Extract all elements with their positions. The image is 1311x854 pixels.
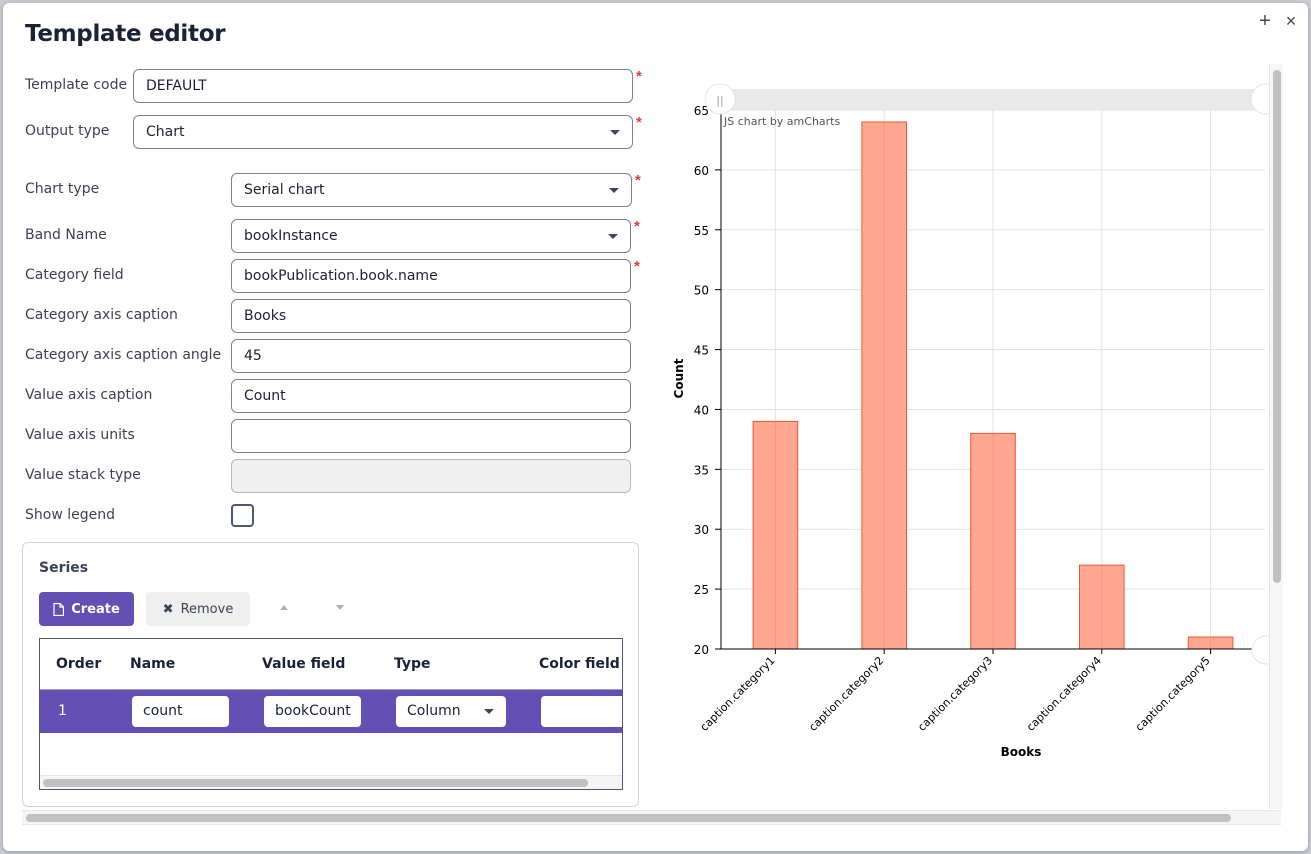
output-type-select[interactable]: Chart: [133, 115, 633, 149]
x-tick-label: caption.category5: [1133, 654, 1213, 734]
y-tick-label: 45: [694, 344, 709, 358]
required-marker: *: [635, 172, 641, 189]
column-header-name[interactable]: Name: [130, 656, 175, 672]
series-panel: Series Create ✖ Remove Order Name Value …: [22, 542, 639, 807]
chart-type-value: Serial chart: [244, 182, 325, 198]
y-tick-label: 25: [694, 583, 709, 597]
required-marker: *: [636, 68, 642, 85]
x-axis-title: Books: [1001, 745, 1042, 759]
chevron-down-icon: [484, 709, 494, 714]
value-scrollbar-grip[interactable]: [1251, 635, 1281, 665]
chevron-down-icon: [609, 188, 619, 193]
table-header: Order Name Value field Type Color field: [40, 639, 622, 690]
series-name-input[interactable]: count: [132, 696, 229, 727]
move-down-icon[interactable]: [336, 605, 344, 610]
chart-scrollbar[interactable]: [721, 89, 1265, 110]
maximize-icon[interactable]: +: [1255, 11, 1275, 31]
y-tick-label: 20: [694, 643, 709, 657]
value-axis-units-label: Value axis units: [25, 427, 135, 443]
category-field-input[interactable]: bookPublication.book.name: [231, 259, 631, 293]
template-code-label: Template code: [25, 77, 128, 93]
chevron-down-icon: [610, 130, 620, 135]
series-type-value: Column: [407, 703, 461, 719]
chevron-down-icon: [608, 234, 618, 239]
row-order: 1: [58, 703, 67, 719]
category-field-label: Category field: [25, 267, 124, 283]
dialog-title: Template editor: [25, 21, 226, 47]
file-icon: [53, 602, 65, 616]
value-axis-caption-label: Value axis caption: [25, 387, 153, 403]
show-legend-label: Show legend: [25, 507, 115, 523]
value-axis-units-input[interactable]: [231, 419, 631, 453]
x-tick-label: caption.category3: [915, 654, 995, 734]
band-name-label: Band Name: [25, 227, 107, 243]
x-tick-label: caption.category4: [1024, 654, 1104, 734]
required-marker: *: [634, 258, 640, 275]
y-axis-title: Count: [672, 358, 686, 398]
close-icon[interactable]: ×: [1281, 11, 1301, 31]
x-tick-label: caption.category2: [806, 654, 886, 734]
chart-preview: 20 25 30 35 40 45 50 55 60 65 caption.category1 cap…: [660, 60, 1282, 808]
column-header-color-field[interactable]: Color field: [539, 656, 620, 672]
table-row[interactable]: 1 count bookCount Column: [40, 690, 622, 733]
create-button[interactable]: Create: [39, 592, 134, 626]
series-title: Series: [39, 560, 89, 576]
scrollbar-thumb[interactable]: [1273, 70, 1281, 583]
series-table: Order Name Value field Type Color field …: [39, 638, 623, 790]
column-header-order[interactable]: Order: [56, 656, 101, 672]
scrollbar-thumb[interactable]: [26, 814, 1231, 822]
band-name-value: bookInstance: [244, 228, 338, 244]
y-tick-label: 60: [694, 164, 709, 178]
y-tick-label: 55: [694, 224, 709, 238]
output-type-label: Output type: [25, 123, 110, 139]
required-marker: *: [636, 114, 642, 131]
table-horizontal-scrollbar[interactable]: [40, 775, 622, 789]
category-axis-caption-label: Category axis caption: [25, 307, 178, 323]
column-header-value-field[interactable]: Value field: [262, 656, 345, 672]
close-icon: ✖: [162, 601, 174, 617]
required-marker: *: [634, 218, 640, 235]
output-type-value: Chart: [146, 124, 185, 140]
create-label: Create: [71, 601, 120, 617]
chart-vertical-scrollbar[interactable]: [1269, 64, 1283, 809]
x-tick-label: caption.category1: [698, 654, 778, 734]
chart-svg: 20253035404550556065caption.category1 cap…: [672, 83, 1282, 759]
move-up-icon[interactable]: [280, 605, 288, 610]
chart-type-label: Chart type: [25, 181, 100, 197]
grip-icon: ||: [716, 94, 723, 107]
band-name-select[interactable]: bookInstance: [231, 219, 631, 253]
value-axis-caption-input[interactable]: Count: [231, 379, 631, 413]
y-tick-label: 50: [694, 284, 709, 298]
series-color-field-input[interactable]: [541, 696, 622, 727]
series-value-field-input[interactable]: bookCount: [264, 696, 361, 727]
y-tick-label: 40: [694, 403, 709, 417]
value-stack-type-label: Value stack type: [25, 467, 141, 483]
remove-button[interactable]: ✖ Remove: [146, 592, 250, 626]
dialog-horizontal-scrollbar[interactable]: [22, 810, 1281, 825]
category-axis-caption-angle-input[interactable]: 45: [231, 339, 631, 373]
value-stack-type-select: [231, 459, 631, 493]
series-type-select[interactable]: Column: [396, 696, 506, 727]
category-axis-caption-angle-label: Category axis caption angle: [25, 347, 222, 363]
column-header-type[interactable]: Type: [394, 656, 431, 672]
scrollbar-thumb[interactable]: [43, 779, 588, 787]
y-tick-label: 35: [694, 463, 709, 477]
chart-watermark[interactable]: JS chart by amCharts: [723, 115, 840, 128]
chart-type-select[interactable]: Serial chart: [231, 173, 632, 207]
show-legend-checkbox[interactable]: [231, 504, 254, 527]
remove-label: Remove: [180, 601, 234, 617]
y-tick-label: 30: [694, 523, 709, 537]
category-axis-caption-input[interactable]: Books: [231, 299, 631, 333]
template-code-input[interactable]: DEFAULT: [133, 69, 633, 103]
